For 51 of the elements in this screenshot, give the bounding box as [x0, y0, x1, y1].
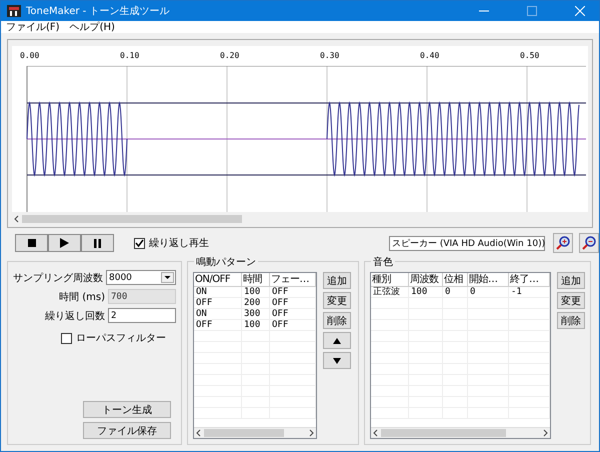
group-title: 鳴動パターン [194, 255, 258, 269]
input-field[interactable]: 2 [108, 308, 176, 323]
action-button[interactable]: 変更 [323, 292, 351, 309]
table-cell: OFF [194, 298, 242, 308]
table-cell: ON [194, 287, 242, 297]
field-label: 繰り返し回数 [45, 310, 105, 322]
axis-label: 0.30 [320, 51, 340, 60]
window-title: ToneMaker - トーン生成ツール [26, 4, 170, 18]
field-label: サンプリング周波数 [13, 272, 103, 284]
action-button[interactable]: 削除 [557, 312, 585, 329]
table-cell: 0 [443, 287, 468, 297]
column-header[interactable]: 時間 [242, 273, 270, 286]
table-cell: 0 [468, 287, 509, 297]
table-cell: OFF [270, 320, 316, 330]
axis-label: 0.10 [120, 51, 140, 60]
group-title: 音色 [371, 255, 395, 269]
action-button[interactable]: トーン生成 [83, 401, 171, 418]
menu-item[interactable]: ファイル(F) [6, 20, 60, 34]
checkbox-label: 繰り返し再生 [149, 236, 209, 250]
action-button[interactable]: 変更 [557, 292, 585, 309]
action-button[interactable]: 追加 [557, 272, 585, 289]
table-cell: 100 [242, 287, 270, 297]
axis-label: 0.20 [220, 51, 240, 60]
table-cell: OFF [194, 320, 242, 330]
column-header[interactable]: 終了… [509, 273, 550, 286]
table-cell: -1 [509, 287, 550, 297]
table-cell: 200 [242, 298, 270, 308]
column-header[interactable]: ON/OFF [194, 273, 242, 286]
column-header[interactable]: 種別 [371, 273, 409, 286]
table-cell: OFF [270, 298, 316, 308]
sampling-dropdown[interactable]: 8000 [106, 270, 176, 285]
column-header[interactable]: フェー… [270, 273, 316, 286]
table-cell: OFF [270, 287, 316, 297]
axis-label: 0.00 [20, 51, 40, 60]
table-cell: 100 [242, 320, 270, 330]
menu-item[interactable]: ヘルプ(H) [70, 20, 115, 34]
table-cell: 300 [242, 309, 270, 319]
action-button[interactable]: 削除 [323, 312, 351, 329]
column-header[interactable]: 周波数 [409, 273, 443, 286]
table-cell: 100 [409, 287, 443, 297]
column-header[interactable]: 開始… [468, 273, 509, 286]
checkbox-label: ローパスフィルター [76, 332, 166, 345]
column-header[interactable]: 位相 [443, 273, 468, 286]
axis-label: 0.40 [420, 51, 440, 60]
action-button[interactable]: ファイル保存 [83, 422, 171, 439]
field-label: 時間 (ms) [59, 290, 105, 304]
device-dropdown[interactable]: スピーカー (VIA HD Audio(Win 10)) [389, 236, 545, 250]
table-cell: OFF [270, 309, 316, 319]
axis-label: 0.50 [520, 51, 540, 60]
table-cell: ON [194, 309, 242, 319]
action-button[interactable]: 追加 [323, 272, 351, 289]
